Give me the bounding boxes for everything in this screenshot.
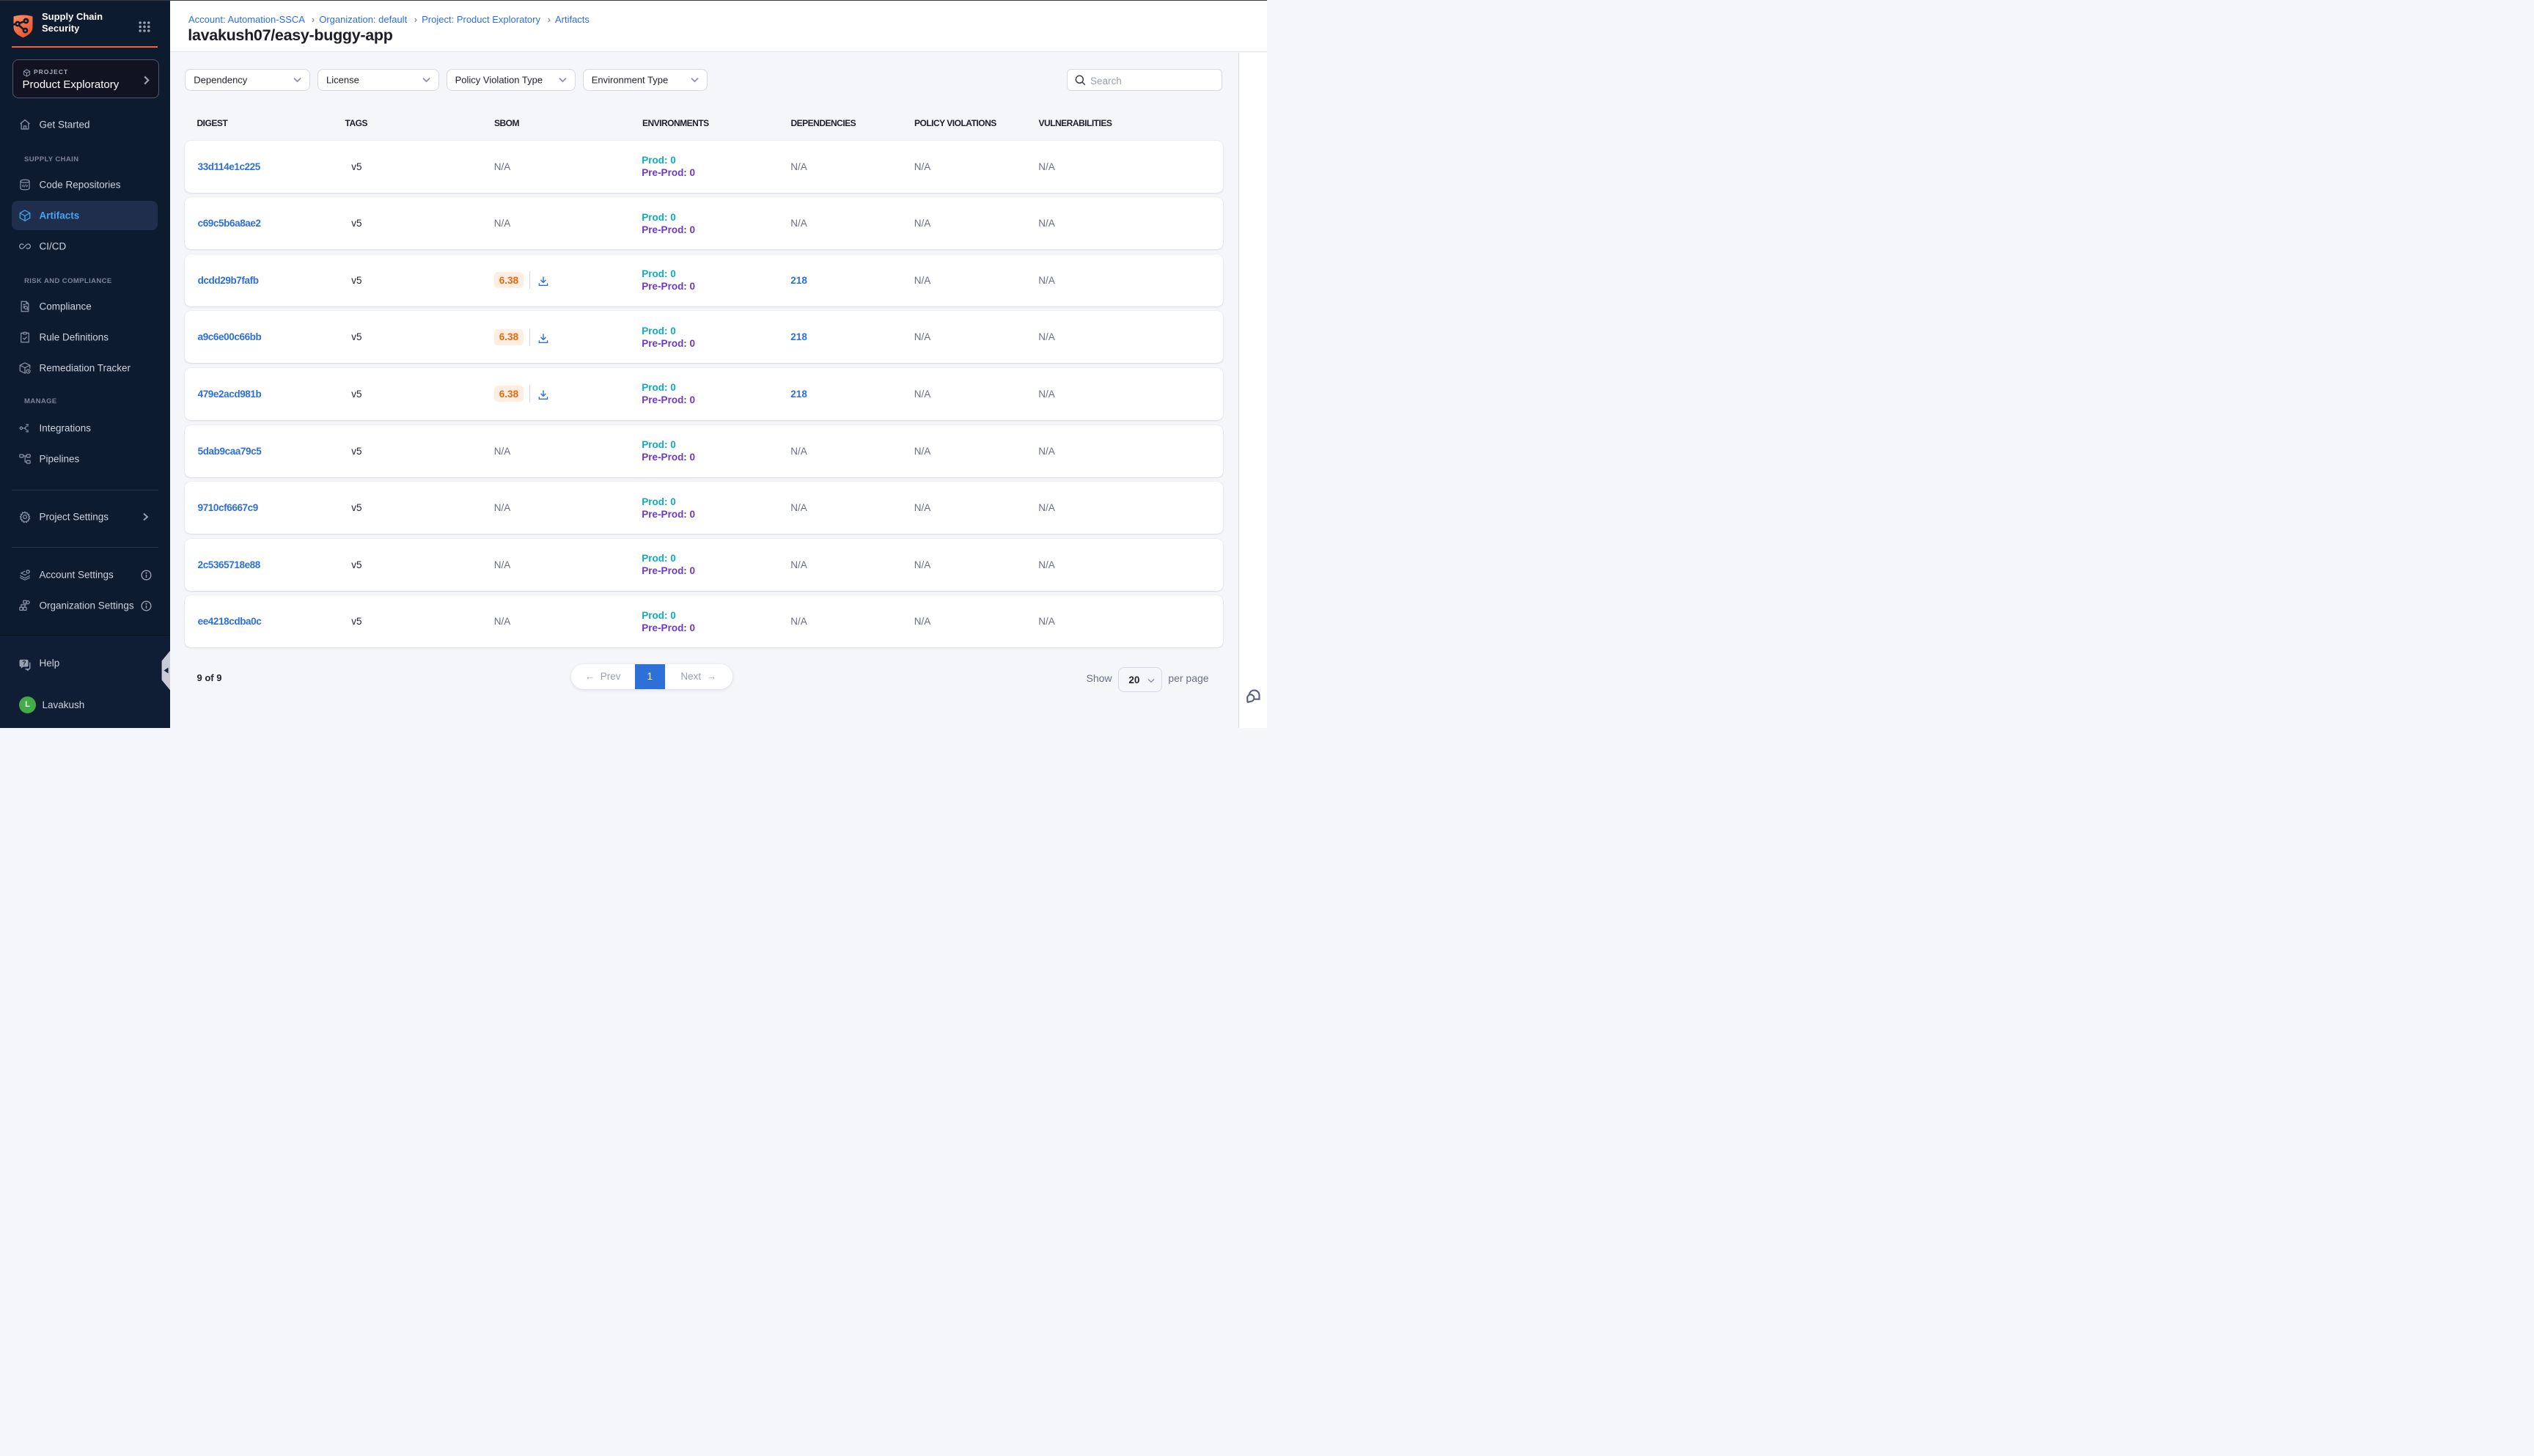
svg-text:?: ? bbox=[22, 659, 26, 666]
